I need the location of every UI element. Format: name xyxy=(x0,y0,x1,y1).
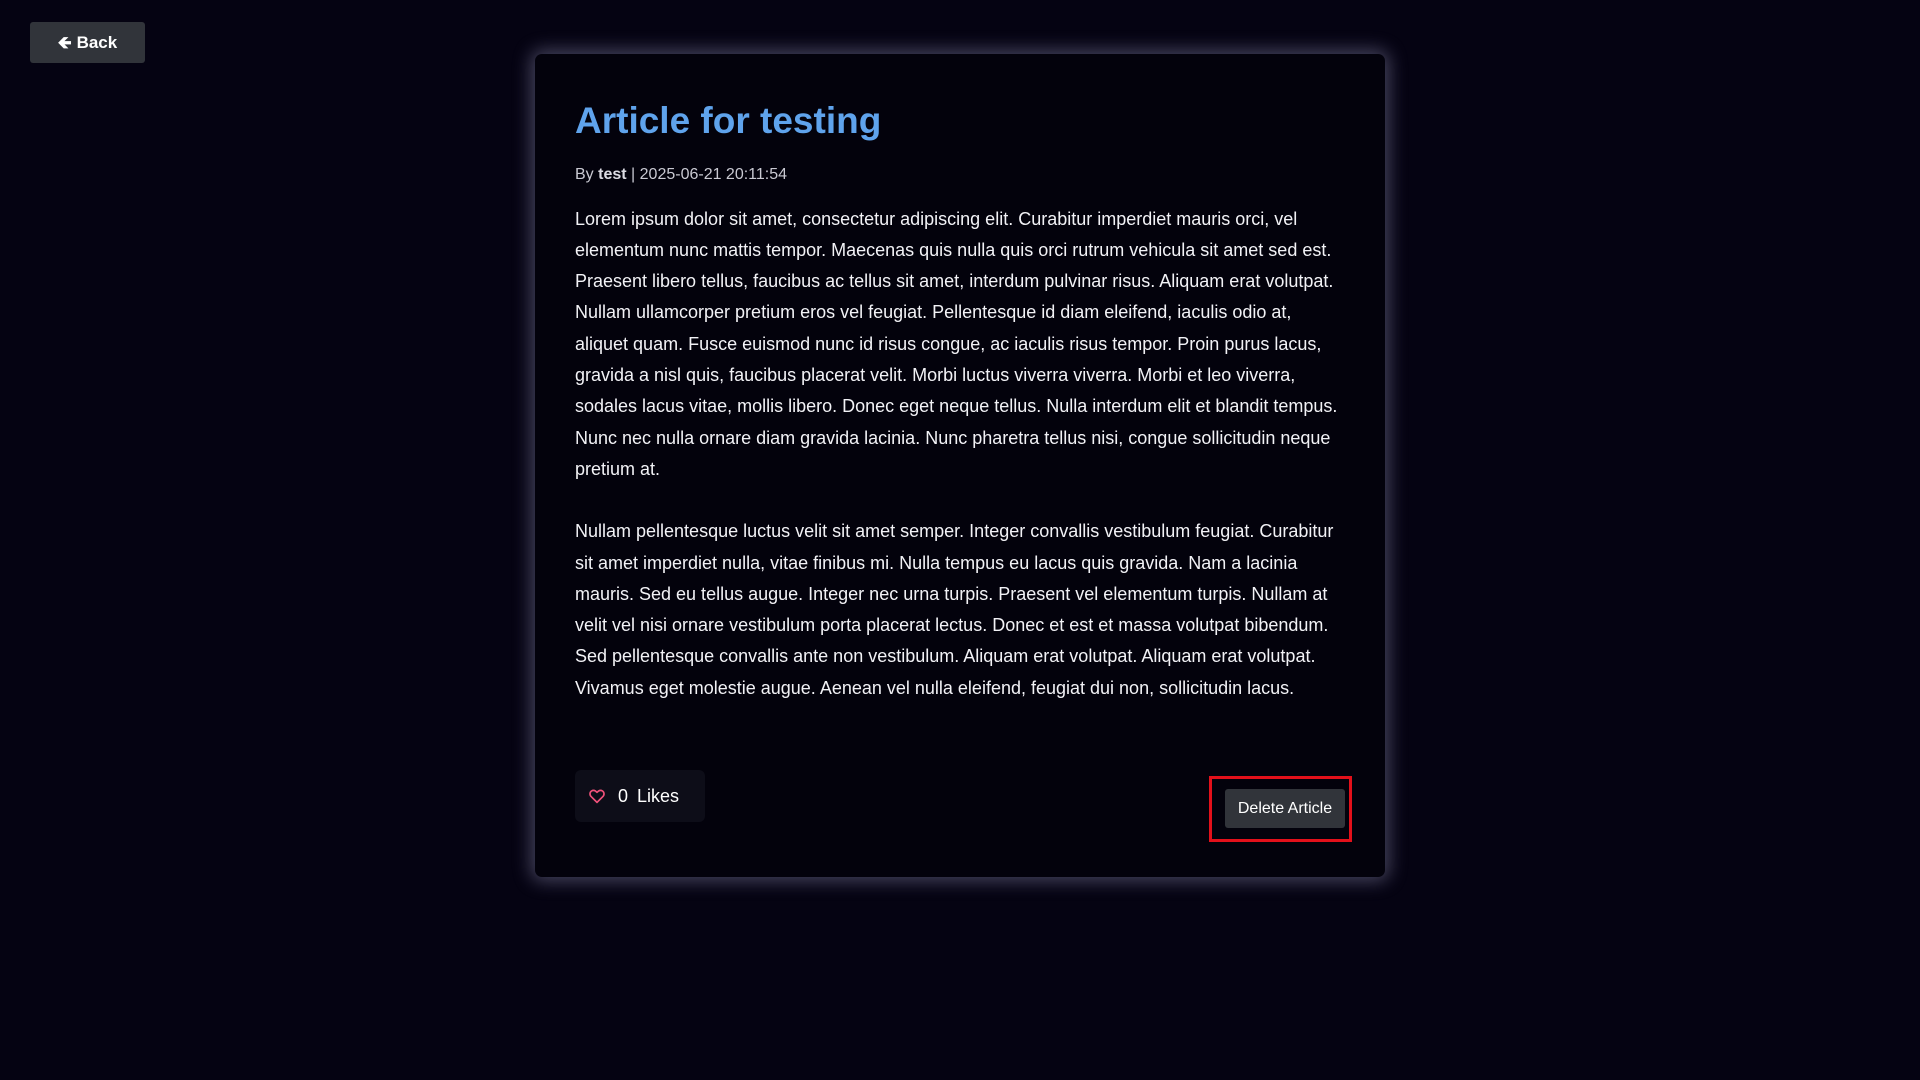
by-label: By xyxy=(575,165,594,183)
like-button[interactable]: 0 Likes xyxy=(575,770,705,822)
article-paragraph: Nullam pellentesque luctus velit sit ame… xyxy=(575,521,1334,698)
article-body: Lorem ipsum dolor sit amet, consectetur … xyxy=(575,204,1345,704)
delete-article-button[interactable]: Delete Article xyxy=(1225,789,1345,828)
heart-icon xyxy=(589,789,605,804)
article-author: test xyxy=(598,165,627,183)
likes-label: Likes xyxy=(637,785,680,806)
article-card: Article for testing By test | 2025-06-21… xyxy=(535,54,1385,877)
back-button-label: Back xyxy=(76,32,118,52)
delete-highlight-box: Delete Article xyxy=(1209,776,1352,842)
article-title: Article for testing xyxy=(575,100,882,141)
likes-text: 0 Likes xyxy=(618,786,679,807)
likes-count: 0 xyxy=(618,785,629,806)
article-paragraph: Lorem ipsum dolor sit amet, consectetur … xyxy=(575,208,1338,479)
article-meta: By test | 2025-06-21 20:11:54 xyxy=(575,166,1345,184)
article-timestamp: 2025-06-21 20:11:54 xyxy=(639,165,788,183)
meta-separator: | xyxy=(631,165,636,183)
back-button[interactable]: 🡸 Back xyxy=(30,22,145,63)
left-arrow-icon: 🡸 xyxy=(57,33,72,52)
